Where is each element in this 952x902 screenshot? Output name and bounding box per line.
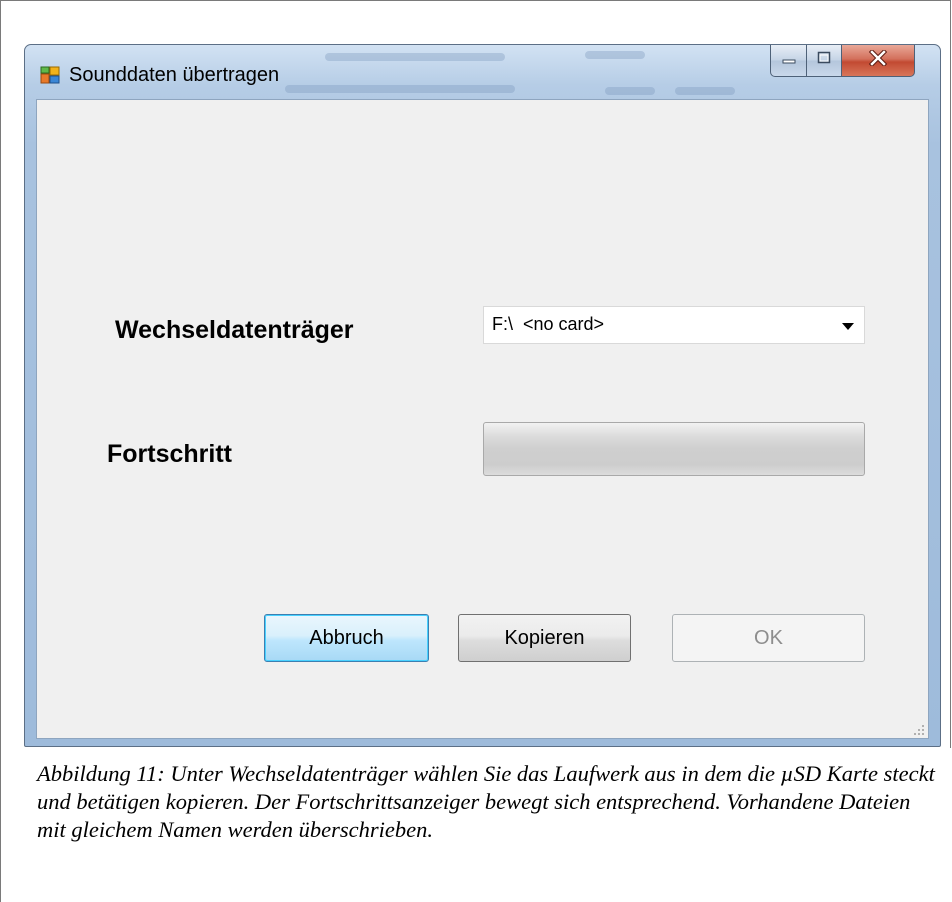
titlebar-glass-streak [675, 87, 735, 95]
titlebar-glass-streak [325, 53, 505, 61]
maximize-icon [817, 51, 831, 70]
drive-label: Wechseldatenträger [115, 316, 354, 344]
copy-progress-bar [483, 422, 865, 476]
document-page-edge [950, 0, 951, 748]
progress-label: Fortschritt [107, 440, 232, 468]
figure-caption: Abbildung 11: Unter Wechseldatenträger w… [37, 761, 935, 842]
minimize-icon [782, 51, 796, 70]
drive-select-value: F:\ <no card> [492, 314, 605, 334]
close-icon [868, 48, 888, 71]
resize-grip-icon[interactable] [913, 723, 925, 735]
maximize-button[interactable] [806, 45, 842, 77]
chevron-down-icon[interactable] [842, 323, 854, 330]
window-title: Sounddaten übertragen [69, 64, 280, 86]
close-button[interactable] [841, 45, 915, 77]
dialog-client-area: Wechseldatenträger F:\ <no card> Fortsch… [36, 99, 929, 739]
copy-button[interactable]: Kopieren [458, 614, 631, 662]
ok-button: OK [672, 614, 865, 662]
titlebar-glass-streak [585, 51, 645, 59]
minimize-button[interactable] [770, 45, 807, 77]
titlebar-glass-streak [285, 85, 515, 93]
cancel-button[interactable]: Abbruch [264, 614, 429, 662]
app-window-icon [40, 65, 60, 85]
dialog-window: Sounddaten übertragen Wechseldatenträger… [24, 44, 941, 747]
drive-select[interactable]: F:\ <no card> [483, 306, 865, 344]
titlebar-glass-streak [605, 87, 655, 95]
